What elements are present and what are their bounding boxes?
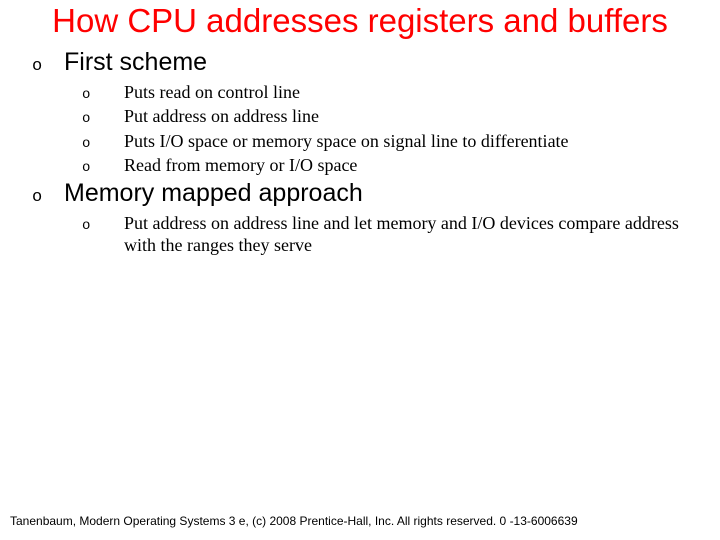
- section-heading: o First scheme: [30, 48, 710, 77]
- list-item-text: Put address on address line and let memo…: [124, 212, 710, 257]
- list-item-text: Puts read on control line: [124, 81, 330, 104]
- section-heading-text: Memory mapped approach: [64, 179, 363, 208]
- list-item: o Puts read on control line: [82, 81, 710, 104]
- footer-citation: Tanenbaum, Modern Operating Systems 3 e,…: [10, 514, 578, 528]
- list-item: o Read from memory or I/O space: [82, 154, 710, 177]
- bullet-icon: o: [82, 136, 124, 152]
- slide: How CPU addresses registers and buffers …: [0, 0, 720, 540]
- bullet-icon: o: [82, 218, 124, 234]
- list-item: o Puts I/O space or memory space on sign…: [82, 130, 710, 153]
- list-item-text: Puts I/O space or memory space on signal…: [124, 130, 599, 153]
- list-item: o Put address on address line and let me…: [82, 212, 710, 257]
- section-heading: o Memory mapped approach: [30, 179, 710, 208]
- bullet-icon: o: [82, 160, 124, 176]
- list-item-text: Put address on address line: [124, 105, 349, 128]
- bullet-icon: o: [30, 57, 64, 76]
- slide-content: o First scheme o Puts read on control li…: [0, 40, 720, 257]
- section-heading-text: First scheme: [64, 48, 207, 77]
- bullet-icon: o: [82, 87, 124, 103]
- list-item-text: Read from memory or I/O space: [124, 154, 387, 177]
- bullet-icon: o: [30, 188, 64, 207]
- bullet-icon: o: [82, 111, 124, 127]
- slide-title: How CPU addresses registers and buffers: [0, 0, 720, 40]
- list-item: o Put address on address line: [82, 105, 710, 128]
